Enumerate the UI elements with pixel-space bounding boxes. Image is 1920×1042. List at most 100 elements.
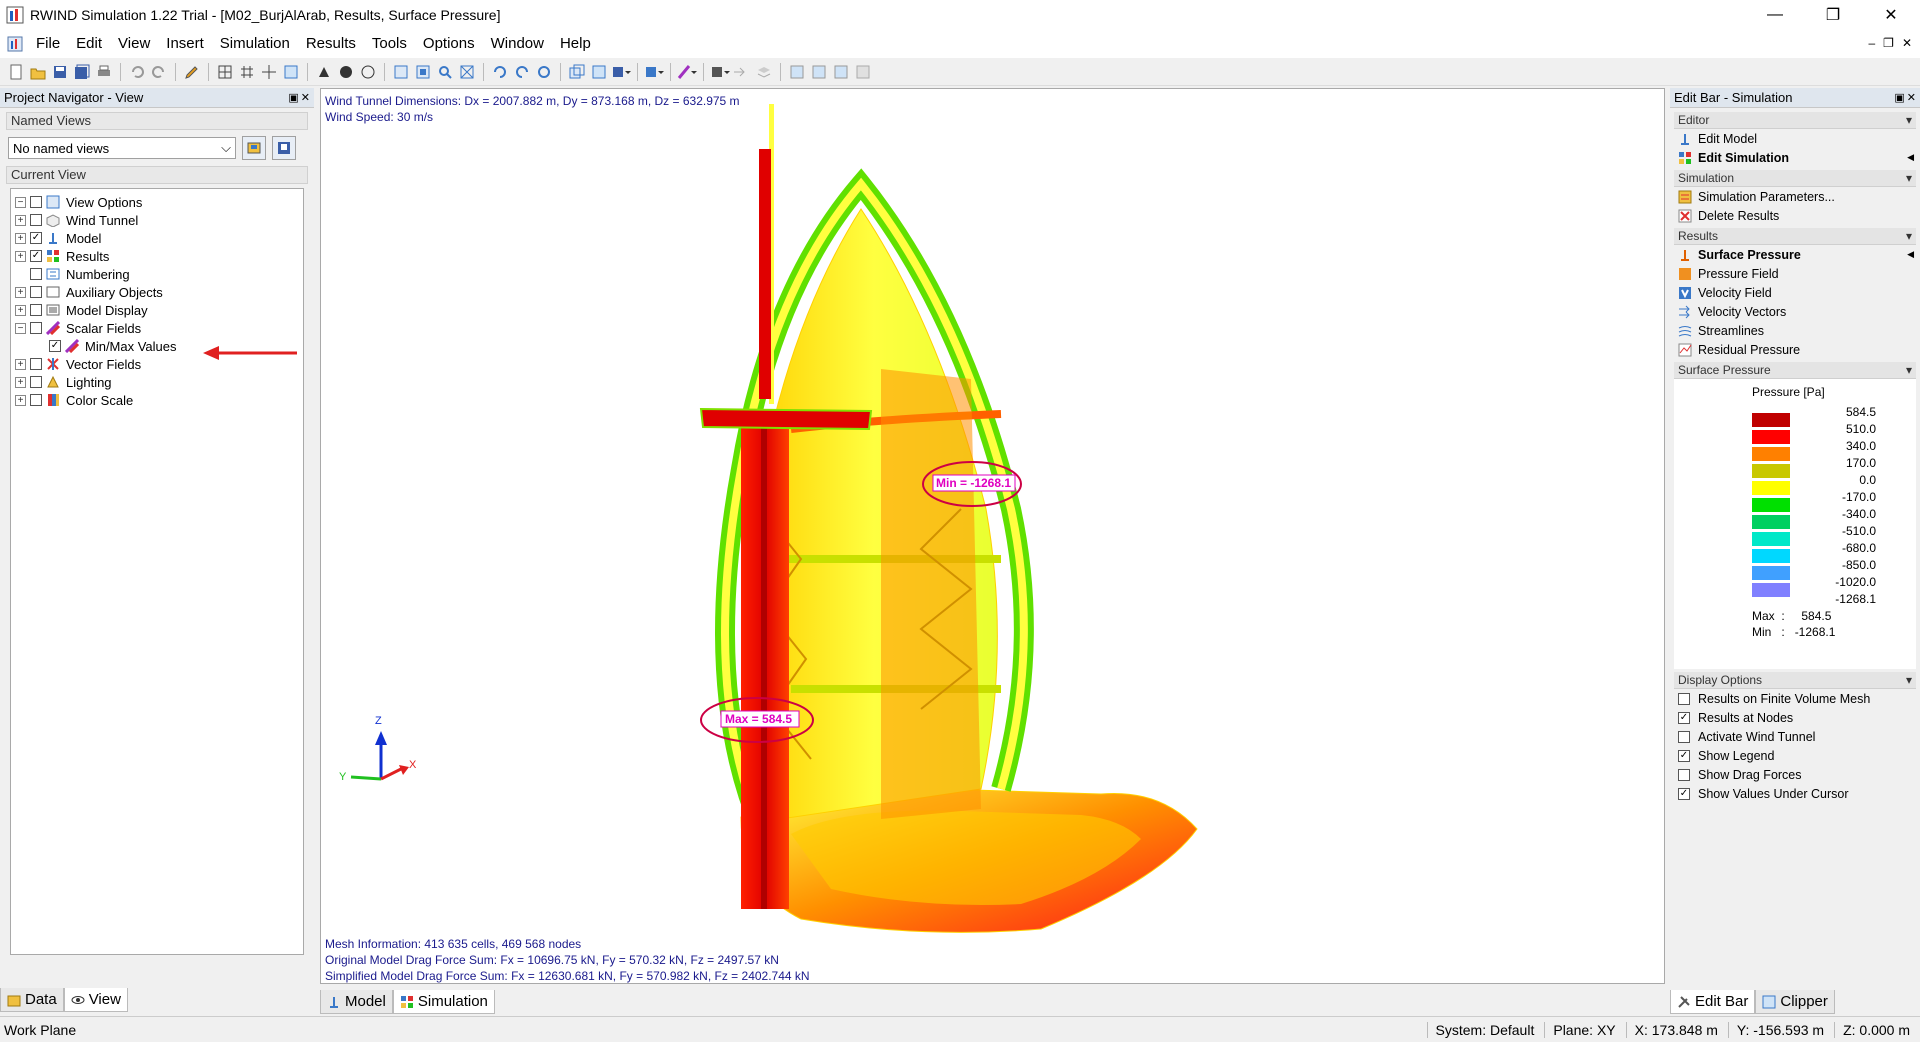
display-dropdown-icon[interactable] <box>611 62 631 82</box>
menu-tools[interactable]: Tools <box>364 30 415 58</box>
tree-item-vector-fields[interactable]: + Vector Fields <box>15 355 303 373</box>
open-icon[interactable] <box>28 62 48 82</box>
collapse-icon[interactable]: − <box>15 196 26 208</box>
save-all-icon[interactable] <box>72 62 92 82</box>
close-button[interactable]: ✕ <box>1862 0 1920 30</box>
checkbox[interactable]: ✓ <box>1678 787 1690 800</box>
expand-icon[interactable]: + <box>15 358 26 370</box>
editbar-item-streamlines[interactable]: Streamlines <box>1678 321 1920 340</box>
checkbox[interactable] <box>30 394 42 406</box>
display-options-section[interactable]: Display Options ▾ <box>1674 672 1916 689</box>
section-icon[interactable] <box>710 62 730 82</box>
render-solid-icon[interactable] <box>336 62 356 82</box>
tree-item-auxiliary-objects[interactable]: + Auxiliary Objects <box>15 283 303 301</box>
editbar-item-edit-model[interactable]: Edit Model <box>1678 129 1920 148</box>
checkbox[interactable] <box>30 214 42 226</box>
arrange-icon[interactable] <box>732 62 752 82</box>
menu-window[interactable]: Window <box>483 30 552 58</box>
render-icon[interactable] <box>314 62 334 82</box>
expand-icon[interactable]: + <box>15 286 26 298</box>
restore-button[interactable]: ❐ <box>1804 0 1862 30</box>
box-icon[interactable] <box>644 62 664 82</box>
panel3-icon[interactable] <box>831 62 851 82</box>
tree-item-numbering[interactable]: Numbering <box>15 265 303 283</box>
panel-icon[interactable] <box>787 62 807 82</box>
surface-pressure-section[interactable]: Surface Pressure ▾ <box>1674 362 1916 379</box>
checkbox[interactable] <box>30 322 42 334</box>
tab-view[interactable]: View <box>63 988 128 1012</box>
option-activate-wind-tunnel[interactable]: Activate Wind Tunnel <box>1678 727 1920 746</box>
3d-viewport[interactable]: Wind Tunnel Dimensions: Dx = 2007.882 m,… <box>320 88 1665 984</box>
checkbox[interactable] <box>30 358 42 370</box>
view-front-icon[interactable] <box>413 62 433 82</box>
editbar-item-delete-results[interactable]: Delete Results <box>1678 206 1920 225</box>
checkbox[interactable] <box>1678 768 1690 781</box>
tab-clipper[interactable]: Clipper <box>1755 990 1835 1014</box>
expand-icon[interactable]: + <box>15 232 26 244</box>
checkbox[interactable] <box>1678 730 1690 743</box>
new-icon[interactable] <box>6 62 26 82</box>
checkbox[interactable] <box>30 196 42 208</box>
copy-view-icon[interactable] <box>567 62 587 82</box>
checkbox[interactable]: ✓ <box>30 250 42 262</box>
checkbox[interactable] <box>30 376 42 388</box>
menu-options[interactable]: Options <box>415 30 483 58</box>
tree-item-color-scale[interactable]: + Color Scale <box>15 391 303 409</box>
minimize-button[interactable]: — <box>1746 0 1804 30</box>
collapse-icon[interactable]: − <box>15 322 26 334</box>
menu-insert[interactable]: Insert <box>158 30 212 58</box>
close-icon[interactable]: ✕ <box>301 91 310 104</box>
rotate-right-icon[interactable] <box>512 62 532 82</box>
menu-file[interactable]: File <box>28 30 68 58</box>
menu-help[interactable]: Help <box>552 30 599 58</box>
redo-icon[interactable] <box>149 62 169 82</box>
zoom-all-icon[interactable] <box>457 62 477 82</box>
panel4-icon[interactable] <box>853 62 873 82</box>
option-show-legend[interactable]: ✓ Show Legend <box>1678 746 1920 765</box>
tree-item-view-options[interactable]: − View Options <box>15 193 303 211</box>
editbar-item-residual-pressure[interactable]: Residual Pressure <box>1678 340 1920 359</box>
refresh-icon[interactable] <box>534 62 554 82</box>
checkbox[interactable] <box>30 304 42 316</box>
tree-item-wind-tunnel[interactable]: + Wind Tunnel <box>15 211 303 229</box>
document-icon[interactable] <box>6 35 24 53</box>
panel2-icon[interactable] <box>809 62 829 82</box>
menu-view[interactable]: View <box>110 30 158 58</box>
zoom-icon[interactable] <box>435 62 455 82</box>
tree-item-min-max-values[interactable]: ✓ Min/Max Values <box>15 337 303 355</box>
checkbox[interactable] <box>30 268 42 280</box>
expand-icon[interactable]: + <box>15 214 26 226</box>
tab-data[interactable]: Data <box>0 988 64 1012</box>
layers-icon[interactable] <box>754 62 774 82</box>
grid-icon[interactable] <box>237 62 257 82</box>
mesh-icon[interactable] <box>215 62 235 82</box>
pattern-icon[interactable] <box>677 62 697 82</box>
menu-simulation[interactable]: Simulation <box>212 30 298 58</box>
save-icon[interactable] <box>50 62 70 82</box>
menu-results[interactable]: Results <box>298 30 364 58</box>
mdi-restore-button[interactable]: ❐ <box>1883 36 1894 50</box>
checkbox[interactable]: ✓ <box>30 232 42 244</box>
tree-item-model-display[interactable]: + Model Display <box>15 301 303 319</box>
simulation-section[interactable]: Simulation ▾ <box>1674 170 1916 187</box>
snap-icon[interactable] <box>259 62 279 82</box>
editbar-item-simulation-parameters[interactable]: Simulation Parameters... <box>1678 187 1920 206</box>
checkbox[interactable] <box>1678 692 1690 705</box>
pin-icon[interactable]: ▣ <box>1894 91 1904 104</box>
checkbox[interactable]: ✓ <box>49 340 61 352</box>
option-results-on-finite-volume-mesh[interactable]: Results on Finite Volume Mesh <box>1678 689 1920 708</box>
option-show-values-under-cursor[interactable]: ✓ Show Values Under Cursor <box>1678 784 1920 803</box>
named-views-select[interactable]: No named views ⌵ <box>8 137 236 159</box>
mdi-close-button[interactable]: ✕ <box>1902 36 1912 50</box>
edit-tool-icon[interactable] <box>182 62 202 82</box>
checkbox[interactable] <box>30 286 42 298</box>
expand-icon[interactable]: + <box>15 250 26 262</box>
print-icon[interactable] <box>94 62 114 82</box>
editbar-item-pressure-field[interactable]: Pressure Field <box>1678 264 1920 283</box>
tree-item-scalar-fields[interactable]: − Scalar Fields <box>15 319 303 337</box>
tree-item-lighting[interactable]: + Lighting <box>15 373 303 391</box>
option-results-at-nodes[interactable]: ✓ Results at Nodes <box>1678 708 1920 727</box>
mdi-minimize-button[interactable]: – <box>1868 36 1875 50</box>
select-icon[interactable] <box>281 62 301 82</box>
view-iso-icon[interactable] <box>391 62 411 82</box>
